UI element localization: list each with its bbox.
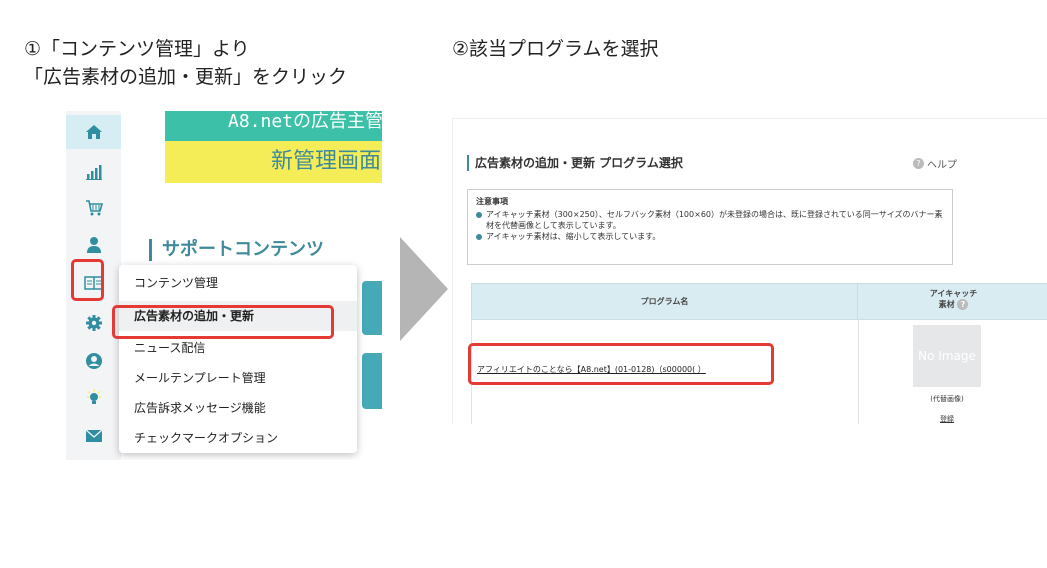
register-link[interactable]: 登録 [913,414,981,424]
next-step-arrow-icon [400,237,448,341]
lightbulb-icon [86,389,101,404]
column-divider [858,319,859,424]
column-header-eyecatch-line2-wrap: 素材 ? [858,299,1047,310]
announcement-banner-main: 新管理画面 [165,141,382,183]
home-icon [85,125,102,139]
menu-item-checkmark-option[interactable]: チェックマークオプション [119,423,357,453]
help-link[interactable]: ? ヘルプ [913,156,957,171]
sidebar-item-mail[interactable] [66,419,121,453]
help-label: ヘルプ [927,160,957,171]
notice-text-1: アイキャッチ素材（300×250）、セルフバック素材（100×60）が未登録の場… [486,210,943,230]
cart-icon [85,200,103,216]
notice-box: 注意事項 アイキャッチ素材（300×250）、セルフバック素材（100×60）が… [467,189,953,265]
sidebar-item-ideas[interactable] [66,381,121,415]
table-header: プログラム名 アイキャッチ 素材 ? [471,283,1047,320]
eyecatch-thumbnail: No Image [913,325,981,387]
highlight-menu-ad-material [112,305,334,339]
gear-icon [85,315,102,331]
content-management-menu: コンテンツ管理 広告素材の追加・更新 ニュース配信 メールテンプレート管理 広告… [119,265,357,453]
announcement-banner-top: A8.netの広告主管 [165,111,382,141]
chart-icon [85,165,102,180]
menu-item-mail-template[interactable]: メールテンプレート管理 [119,363,357,393]
step1-caption-line2: 「広告素材の追加・更新」をクリック [24,66,348,88]
account-icon [85,353,102,369]
support-card-button-1[interactable] [362,281,382,335]
user-icon [86,237,101,253]
sidebar-item-reports[interactable] [66,155,121,189]
column-header-eyecatch: アイキャッチ 素材 ? [858,288,1047,310]
step1-caption-line1: ①「コンテンツ管理」より [24,38,250,60]
column-header-program-name: プログラム名 [472,284,858,319]
notice-bullet: アイキャッチ素材は、縮小して表示しています。 [476,231,944,242]
notice-heading: 注意事項 [476,197,508,206]
mail-icon [85,429,102,442]
column-header-eyecatch-line2: 素材 [938,300,955,309]
highlight-book-icon [71,259,104,301]
bullet-icon [476,212,482,218]
menu-item-appeal-message[interactable]: 広告訴求メッセージ機能 [119,393,357,423]
admin-screenshot-left: A8.netの広告主管 新管理画面 サポートコンテンツ コンテンツ管理 広告素材… [66,111,382,460]
support-card-button-2[interactable] [362,353,382,409]
step2-caption: ②該当プログラムを選択 [452,38,659,60]
eyecatch-help-icon[interactable]: ? [957,299,969,310]
menu-header-content-management: コンテンツ管理 [134,276,219,290]
bullet-icon [476,234,482,240]
support-contents-heading: サポートコンテンツ [149,239,324,261]
help-icon: ? [913,158,924,169]
no-image-label: No Image [918,349,976,363]
sidebar-item-cart[interactable] [66,191,121,225]
highlight-program-link [468,343,774,385]
sidebar-item-account[interactable] [66,344,121,378]
substitute-image-note: (代替画像) [930,395,964,403]
notice-bullet: アイキャッチ素材（300×250）、セルフバック素材（100×60）が未登録の場… [476,209,944,231]
page-title: 広告素材の追加・更新 プログラム選択 [467,155,683,171]
notice-text-2: アイキャッチ素材は、縮小して表示しています。 [486,232,661,241]
sidebar-item-users[interactable] [66,228,121,262]
column-header-eyecatch-line1: アイキャッチ [929,289,978,298]
sidebar-item-home[interactable] [66,115,121,149]
